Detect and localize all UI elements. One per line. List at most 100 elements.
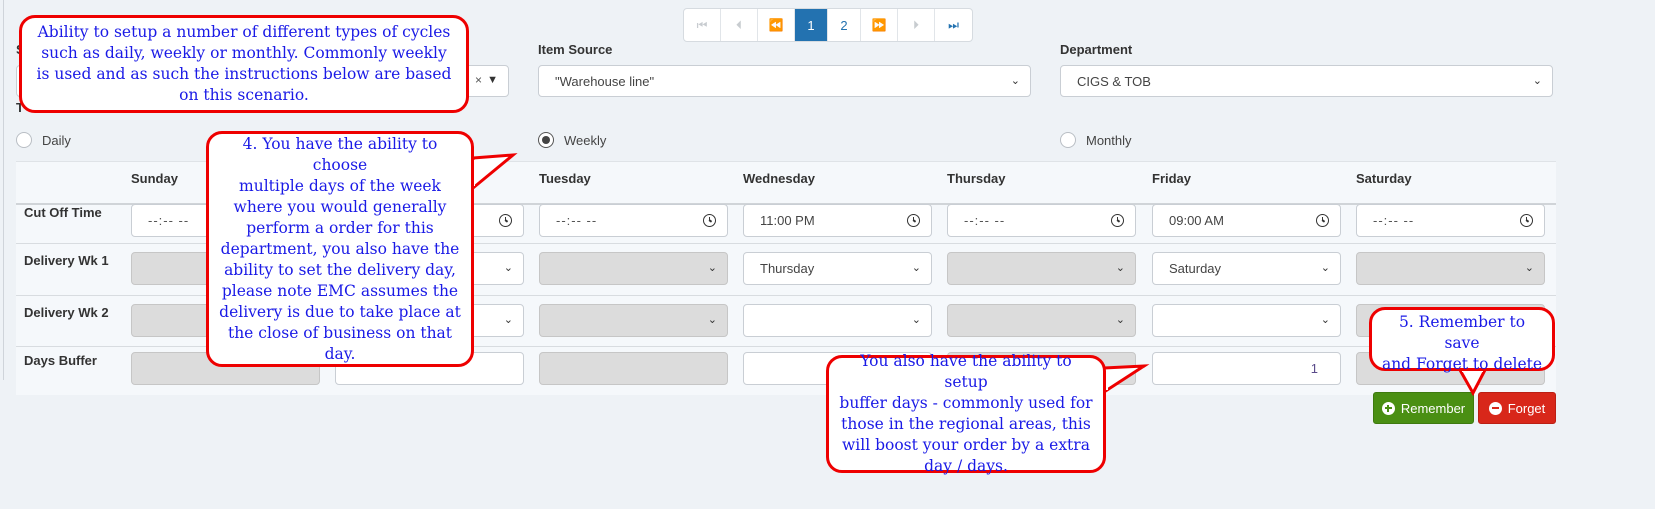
item-source-select[interactable]: "Warehouse line" ⌄	[538, 65, 1031, 97]
delivery-wk1-saturday: ⌄	[1356, 252, 1545, 285]
day-header-saturday: Saturday	[1356, 171, 1412, 186]
fast-forward-button[interactable]: ⏩	[861, 9, 898, 41]
delivery-wk2-friday[interactable]: ⌄	[1152, 304, 1341, 337]
page-2-button[interactable]: 2	[828, 9, 861, 41]
buffer-value: 1	[1310, 361, 1318, 376]
cut-off-time-wednesday[interactable]: 11:00 PM	[743, 204, 932, 237]
next-page-icon: ⏵	[912, 17, 919, 32]
day-header-sunday: Sunday	[131, 171, 178, 186]
select-value: Thursday	[760, 261, 815, 276]
fast-backward-button[interactable]: ⏪	[758, 9, 795, 41]
radio-label: Daily	[42, 132, 71, 148]
radio-button[interactable]	[538, 132, 554, 148]
callout-text: 5. Remember to save and Forget to delete	[1381, 313, 1543, 373]
time-value: 09:00 AM	[1169, 213, 1224, 228]
clear-icon[interactable]: ×	[475, 73, 482, 87]
pagination: ⏮ ⏴ ⏪ 1 2 ⏩ ⏵ ⏭	[683, 8, 973, 42]
callout-text: You also have the ability to setup buffe…	[839, 352, 1093, 475]
callout-text: Ability to setup a number of different t…	[36, 23, 452, 104]
days-buffer-friday[interactable]: 1	[1152, 352, 1341, 385]
row-label-cut-off-time: Cut Off Time	[24, 205, 102, 220]
clock-icon[interactable]	[703, 214, 716, 227]
delivery-wk1-wednesday[interactable]: Thursday ⌄	[743, 252, 932, 285]
time-value: --:-- --	[1373, 213, 1415, 228]
time-value: 11:00 PM	[760, 213, 815, 228]
page-1-button[interactable]: 1	[795, 9, 828, 41]
chevron-down-icon: ⌄	[1524, 262, 1534, 274]
row-label-delivery-wk1: Delivery Wk 1	[24, 253, 109, 268]
day-header-tuesday: Tuesday	[539, 171, 591, 186]
day-header-wednesday: Wednesday	[743, 171, 816, 186]
delivery-wk1-tuesday: ⌄	[539, 252, 728, 285]
row-label-days-buffer: Days Buffer	[24, 353, 97, 368]
chevron-down-icon: ⌄	[1115, 314, 1125, 326]
time-value: --:-- --	[148, 213, 190, 228]
next-page-button[interactable]: ⏵	[898, 9, 935, 41]
radio-label: Weekly	[564, 132, 607, 148]
day-header-friday: Friday	[1152, 171, 1192, 186]
department-value: CIGS & TOB	[1077, 73, 1151, 89]
department-select[interactable]: CIGS & TOB ⌄	[1060, 65, 1553, 97]
radio-button[interactable]	[16, 132, 32, 148]
fast-forward-icon: ⏩	[871, 18, 887, 32]
plus-circle-icon	[1381, 401, 1395, 415]
chevron-down-icon: ⌄	[503, 262, 513, 274]
delivery-wk2-tuesday: ⌄	[539, 304, 728, 337]
caret-down-icon: ▼	[487, 74, 498, 86]
chevron-down-icon: ⌄	[1320, 262, 1330, 274]
radio-label: Monthly	[1086, 132, 1132, 148]
clock-icon[interactable]	[499, 214, 512, 227]
callout-save-forget: 5. Remember to save and Forget to delete	[1369, 307, 1555, 373]
time-value: --:-- --	[964, 213, 1006, 228]
chevron-down-icon: ⌄	[1532, 75, 1542, 87]
left-border	[3, 0, 4, 380]
callout-days-of-week: 4. You have the ability to choose multip…	[206, 131, 474, 367]
radio-monthly[interactable]: Monthly	[1060, 132, 1132, 148]
callout-cycle-types: Ability to setup a number of different t…	[19, 15, 469, 113]
callout-text: 4. You have the ability to choose multip…	[219, 134, 461, 363]
remember-button[interactable]: Remember	[1373, 392, 1474, 424]
first-page-icon: ⏮	[696, 17, 708, 32]
day-header-thursday: Thursday	[947, 171, 1006, 186]
forget-label: Forget	[1507, 400, 1546, 416]
delivery-wk2-thursday: ⌄	[947, 304, 1136, 337]
minus-circle-icon	[1488, 401, 1502, 415]
forget-button[interactable]: Forget	[1478, 392, 1556, 424]
chevron-down-icon: ⌄	[503, 314, 513, 326]
chevron-down-icon: ⌄	[1320, 314, 1330, 326]
chevron-down-icon: ⌄	[707, 314, 717, 326]
clock-icon[interactable]	[1316, 214, 1329, 227]
department-label: Department	[1060, 42, 1133, 57]
radio-daily[interactable]: Daily	[16, 132, 71, 148]
first-page-button[interactable]: ⏮	[684, 9, 721, 41]
last-page-button[interactable]: ⏭	[935, 9, 972, 41]
select-value: Saturday	[1169, 261, 1222, 276]
fast-backward-icon: ⏪	[768, 18, 784, 32]
last-page-icon: ⏭	[948, 17, 959, 32]
chevron-down-icon: ⌄	[1010, 75, 1020, 87]
radio-button[interactable]	[1060, 132, 1076, 148]
item-source-value: "Warehouse line"	[555, 73, 655, 89]
clock-icon[interactable]	[907, 214, 920, 227]
cut-off-time-saturday[interactable]: --:-- --	[1356, 204, 1545, 237]
chevron-down-icon: ⌄	[911, 262, 921, 274]
clock-icon[interactable]	[1111, 214, 1124, 227]
prev-page-icon: ⏴	[735, 17, 742, 32]
delivery-wk1-friday[interactable]: Saturday ⌄	[1152, 252, 1341, 285]
delivery-wk2-wednesday[interactable]: ⌄	[743, 304, 932, 337]
chevron-down-icon: ⌄	[1115, 262, 1125, 274]
row-label-delivery-wk2: Delivery Wk 2	[24, 305, 109, 320]
cut-off-time-tuesday[interactable]: --:-- --	[539, 204, 728, 237]
clock-icon[interactable]	[1520, 214, 1533, 227]
remember-label: Remember	[1400, 400, 1466, 416]
radio-weekly[interactable]: Weekly	[538, 132, 606, 148]
days-buffer-tuesday	[539, 352, 728, 385]
time-value: --:-- --	[556, 213, 598, 228]
cut-off-time-friday[interactable]: 09:00 AM	[1152, 204, 1341, 237]
delivery-wk1-thursday: ⌄	[947, 252, 1136, 285]
callout-buffer-days: You also have the ability to setup buffe…	[826, 352, 1106, 475]
chevron-down-icon: ⌄	[707, 262, 717, 274]
prev-page-button[interactable]: ⏴	[721, 9, 758, 41]
cut-off-time-thursday[interactable]: --:-- --	[947, 204, 1136, 237]
chevron-down-icon: ⌄	[911, 314, 921, 326]
